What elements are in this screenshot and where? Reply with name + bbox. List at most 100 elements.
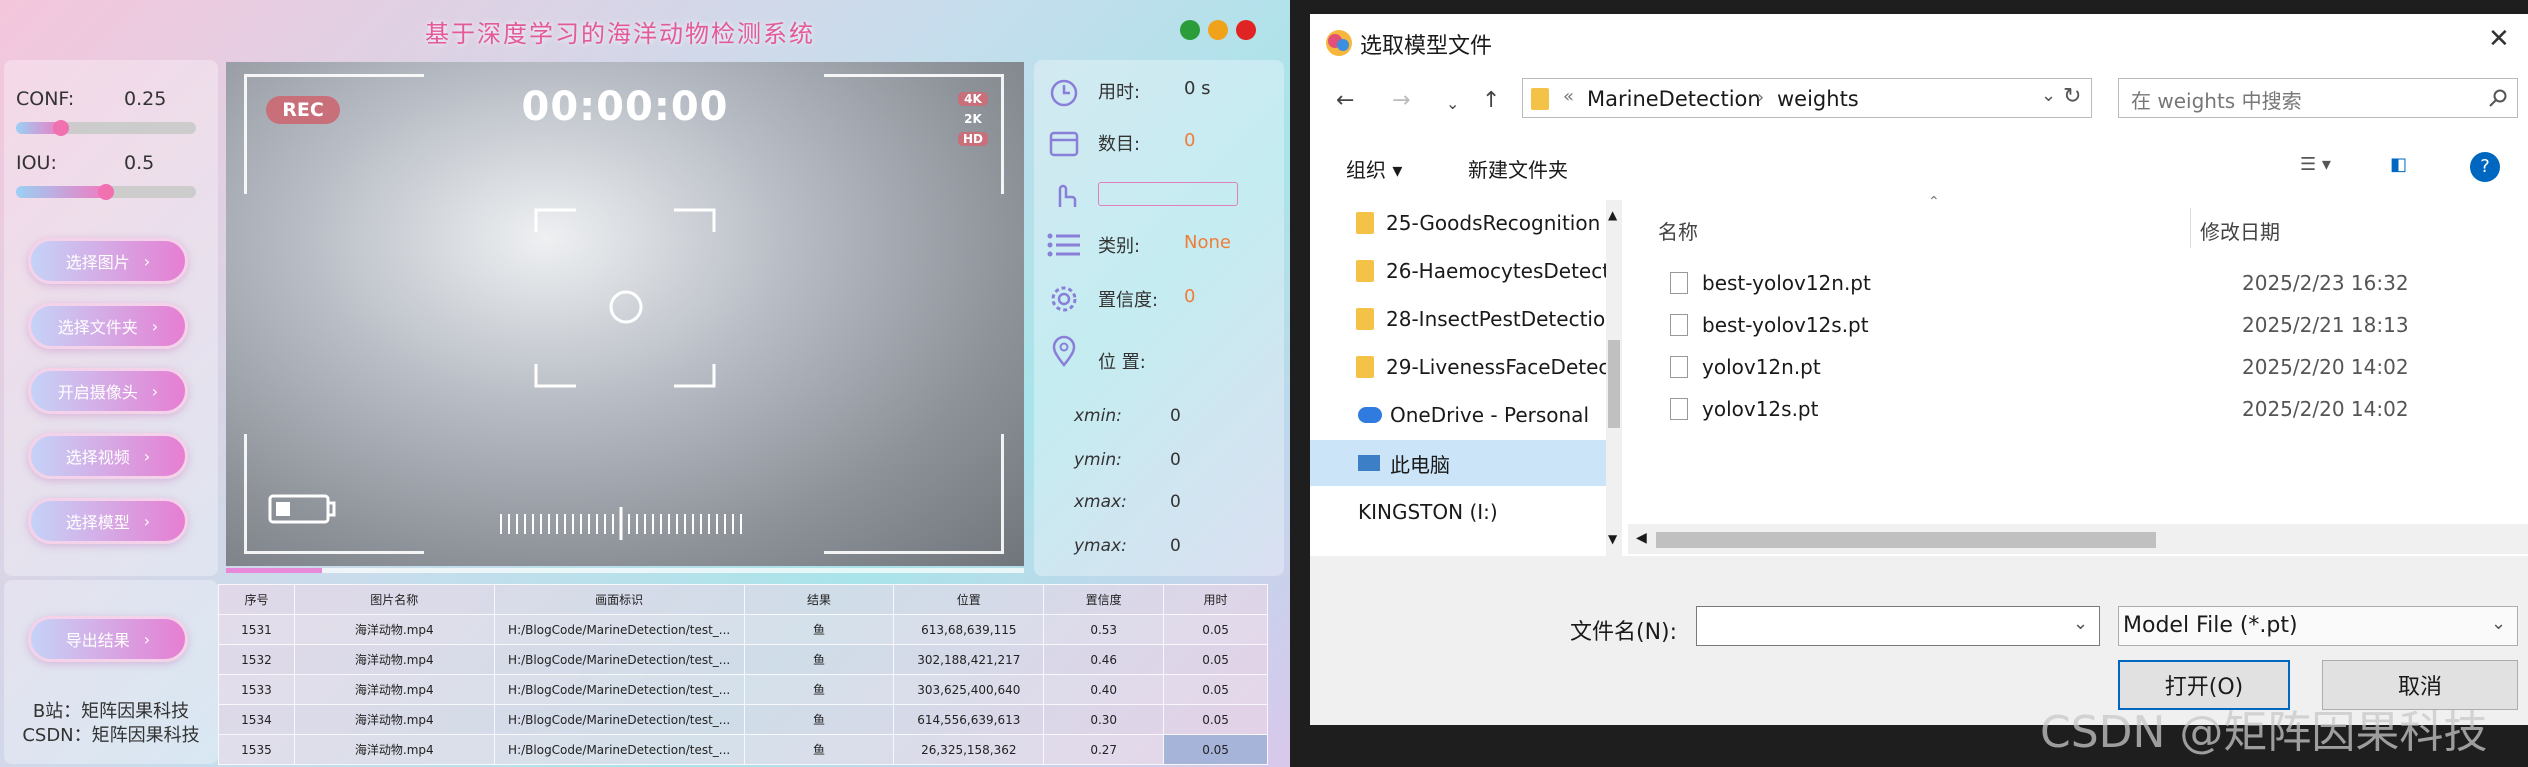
ymax-label: ymax: bbox=[1074, 536, 1127, 556]
ymax-value: 0 bbox=[1170, 536, 1181, 556]
table-row[interactable]: 1532 海洋动物.mp4 H:/BlogCode/MarineDetection/… bbox=[218, 644, 1268, 675]
nav-this-pc[interactable]: 此电脑 bbox=[1310, 440, 1606, 486]
minimize-button[interactable] bbox=[1180, 20, 1200, 40]
video-progress-fill bbox=[226, 568, 322, 573]
navigation-pane: 25-GoodsRecognition 26-HaemocytesDetecti… bbox=[1310, 200, 1622, 556]
search-icon bbox=[2489, 89, 2507, 107]
address-dropdown-icon[interactable]: ⌄ bbox=[2041, 85, 2056, 106]
column-header[interactable]: 置信度 bbox=[1043, 584, 1165, 615]
new-folder-button[interactable]: 新建文件夹 bbox=[1468, 154, 1568, 183]
battery-icon bbox=[276, 502, 290, 516]
time-value: 0 s bbox=[1184, 78, 1211, 99]
computer-icon bbox=[1358, 455, 1380, 471]
iou-slider[interactable] bbox=[16, 184, 196, 200]
breadcrumb-marinedetection[interactable]: MarineDetection bbox=[1587, 87, 1761, 111]
breadcrumb-weights[interactable]: weights bbox=[1777, 87, 1859, 111]
column-header[interactable]: 位置 bbox=[893, 584, 1045, 615]
video-display: REC 00:00:00 4K 2K HD bbox=[226, 62, 1024, 566]
xmax-label: xmax: bbox=[1074, 492, 1127, 512]
chevron-down-icon: ⌄ bbox=[2491, 613, 2507, 634]
target-select-box[interactable] bbox=[1098, 182, 1238, 206]
nav-scroll-thumb[interactable] bbox=[1608, 340, 1620, 428]
chevron-right-icon: › bbox=[143, 446, 151, 466]
search-input[interactable]: 在 weights 中搜索 bbox=[2118, 78, 2518, 118]
nav-folder-28[interactable]: 28-InsectPestDetection bbox=[1310, 296, 1606, 342]
refresh-icon[interactable]: ↻ bbox=[2063, 84, 2081, 109]
class-label: 类别: bbox=[1098, 236, 1141, 257]
folder-icon bbox=[1356, 212, 1374, 234]
iou-label: IOU: bbox=[16, 152, 57, 174]
column-header[interactable]: 画面标识 bbox=[493, 584, 745, 615]
file-row[interactable]: yolov12s.pt 2025/2/20 14:02 bbox=[1628, 388, 2508, 430]
sort-up-icon: ⌃ bbox=[1928, 194, 1940, 210]
chevron-down-icon[interactable]: ⌄ bbox=[2073, 613, 2088, 634]
help-icon[interactable]: ? bbox=[2470, 152, 2500, 182]
horizontal-scrollbar[interactable]: ◀ bbox=[1628, 524, 2528, 554]
column-date-header[interactable]: 修改日期 bbox=[2200, 216, 2280, 245]
scroll-left-icon[interactable]: ◀ bbox=[1636, 530, 1647, 546]
column-header[interactable]: 用时 bbox=[1163, 584, 1268, 615]
file-row[interactable]: best-yolov12s.pt 2025/2/21 18:13 bbox=[1628, 304, 2508, 346]
nav-folder-29[interactable]: 29-LivenessFaceDetection bbox=[1310, 344, 1606, 390]
nav-scrollbar[interactable]: ▲ ▼ bbox=[1606, 200, 1622, 556]
scroll-down-icon[interactable]: ▼ bbox=[1608, 532, 1617, 546]
column-header[interactable]: 序号 bbox=[218, 584, 295, 615]
filename-input[interactable]: ⌄ bbox=[1696, 606, 2100, 646]
preview-pane-icon[interactable]: ◧ bbox=[2390, 154, 2407, 175]
conf-slider-knob[interactable] bbox=[53, 120, 69, 136]
list-icon bbox=[1046, 228, 1082, 262]
table-row[interactable]: 1533 海洋动物.mp4 H:/BlogCode/MarineDetection/… bbox=[218, 674, 1268, 705]
maximize-button[interactable] bbox=[1208, 20, 1228, 40]
iou-slider-fill bbox=[16, 186, 106, 198]
conf-slider[interactable] bbox=[16, 120, 196, 136]
table-row[interactable]: 1535 海洋动物.mp4 H:/BlogCode/MarineDetection/… bbox=[218, 734, 1268, 765]
forward-arrow-icon[interactable]: → bbox=[1392, 88, 1410, 113]
file-icon bbox=[1670, 398, 1688, 420]
nav-folder-26[interactable]: 26-HaemocytesDetection bbox=[1310, 248, 1606, 294]
chevron-right-icon: › bbox=[143, 511, 151, 531]
xmin-label: xmin: bbox=[1074, 406, 1122, 426]
nav-folder-25[interactable]: 25-GoodsRecognition bbox=[1310, 200, 1606, 246]
open-camera-button[interactable]: 开启摄像头 › bbox=[28, 368, 188, 414]
app-logo-icon bbox=[1326, 30, 1352, 56]
select-image-button[interactable]: 选择图片 › bbox=[28, 238, 188, 284]
organize-button[interactable]: 组织 ▾ bbox=[1346, 154, 1402, 183]
nav-onedrive[interactable]: OneDrive - Personal bbox=[1310, 392, 1606, 438]
chevron-right-icon: › bbox=[143, 629, 151, 649]
video-progress-bar[interactable] bbox=[226, 568, 1024, 573]
conf-value: 0.25 bbox=[124, 88, 167, 110]
select-model-button[interactable]: 选择模型 › bbox=[28, 498, 188, 544]
watermark: CSDN @矩阵因果科技 bbox=[2040, 707, 2488, 758]
column-divider bbox=[2190, 208, 2191, 248]
column-name-header[interactable]: 名称 bbox=[1658, 216, 1698, 245]
table-row[interactable]: 1534 海洋动物.mp4 H:/BlogCode/MarineDetection/… bbox=[218, 704, 1268, 735]
scroll-up-icon[interactable]: ▲ bbox=[1608, 208, 1617, 222]
file-row[interactable]: yolov12n.pt 2025/2/20 14:02 bbox=[1628, 346, 2508, 388]
close-icon[interactable]: ✕ bbox=[2488, 24, 2510, 54]
chevron-right-icon: › bbox=[151, 316, 159, 336]
back-arrow-icon[interactable]: ← bbox=[1336, 88, 1354, 113]
confidence-value: 0 bbox=[1184, 286, 1196, 307]
recent-chevron-icon[interactable]: ⌄ bbox=[1446, 94, 1459, 113]
nav-drive[interactable]: KINGSTON (I:) bbox=[1310, 488, 1606, 524]
breadcrumb-overflow-icon[interactable]: « bbox=[1563, 86, 1574, 107]
table-row[interactable]: 1531 海洋动物.mp4 H:/BlogCode/MarineDetection/… bbox=[218, 614, 1268, 645]
view-options-icon[interactable]: ☰ ▾ bbox=[2300, 154, 2331, 175]
file-icon bbox=[1670, 314, 1688, 336]
up-arrow-icon[interactable]: ↑ bbox=[1482, 88, 1500, 113]
file-row[interactable]: best-yolov12n.pt 2025/2/23 16:32 bbox=[1628, 262, 2508, 304]
close-button[interactable] bbox=[1236, 20, 1256, 40]
select-folder-button[interactable]: 选择文件夹 › bbox=[28, 303, 188, 349]
hscroll-thumb[interactable] bbox=[1656, 532, 2156, 548]
column-header[interactable]: 结果 bbox=[743, 584, 895, 615]
export-panel: 导出结果 › B站：矩阵因果科技 CSDN：矩阵因果科技 bbox=[4, 580, 218, 764]
address-bar[interactable]: « MarineDetection › weights ⌄ ↻ bbox=[1522, 78, 2092, 118]
position-label: 位 置: bbox=[1098, 352, 1146, 373]
chevron-right-icon: › bbox=[143, 251, 151, 271]
file-type-select[interactable]: Model File (*.pt) ⌄ bbox=[2118, 606, 2518, 646]
column-header[interactable]: 图片名称 bbox=[293, 584, 495, 615]
export-results-button[interactable]: 导出结果 › bbox=[28, 616, 188, 662]
pointer-hand-icon bbox=[1046, 178, 1082, 212]
iou-slider-knob[interactable] bbox=[98, 184, 114, 200]
select-video-button[interactable]: 选择视频 › bbox=[28, 433, 188, 479]
